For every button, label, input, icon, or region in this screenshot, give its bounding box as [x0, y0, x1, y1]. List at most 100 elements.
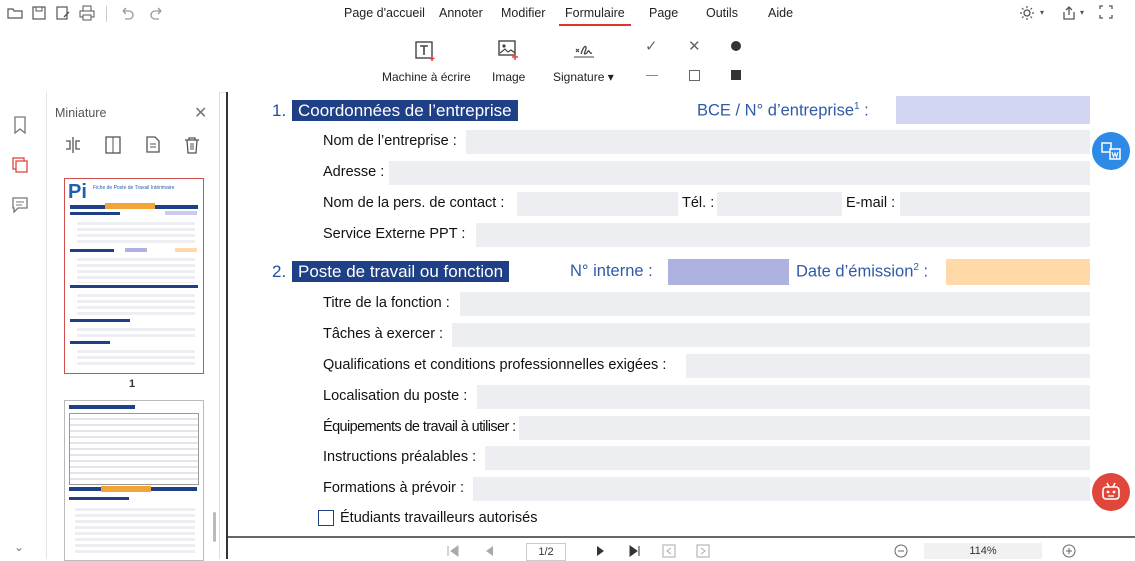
last-page-icon[interactable] [628, 544, 642, 561]
thumb-bar [69, 497, 129, 500]
scrollbar[interactable] [213, 512, 216, 542]
redo-icon[interactable] [148, 5, 166, 23]
ppt-field[interactable] [476, 223, 1090, 247]
instructions-label: Instructions préalables : [323, 449, 477, 465]
thumb-lines [75, 505, 195, 555]
insert-page-icon[interactable] [143, 134, 163, 159]
issue-date-field[interactable] [946, 259, 1090, 285]
instructions-field[interactable] [485, 446, 1090, 470]
thumb-bar [101, 486, 151, 492]
check-mark-icon[interactable]: ✓ [645, 39, 658, 54]
bce-label-text: BCE / N° d’entreprise [697, 101, 854, 120]
menu-edit[interactable]: Modifier [501, 6, 545, 20]
delete-icon[interactable] [182, 135, 202, 160]
theme-icon[interactable] [1018, 5, 1036, 23]
top-bar: Page d'accueil Annoter Modifier Formulai… [0, 0, 1135, 28]
phone-label: Tél. : [682, 195, 715, 211]
image-button[interactable]: Image [488, 36, 532, 90]
thumb-table [69, 413, 199, 485]
convert-word-button[interactable] [1092, 132, 1130, 170]
menu-annotate[interactable]: Annoter [439, 6, 483, 20]
students-checkbox[interactable] [318, 510, 334, 526]
training-field[interactable] [473, 477, 1090, 501]
previous-view-icon[interactable] [662, 544, 676, 561]
document-view: 1. Coordonnées de l’entreprise BCE / N° … [226, 92, 1135, 539]
print-icon[interactable] [78, 5, 96, 23]
menu-tools[interactable]: Outils [706, 6, 738, 20]
square-mark-icon[interactable] [689, 70, 700, 81]
company-name-field[interactable] [466, 130, 1090, 154]
internal-number-field[interactable] [668, 259, 789, 285]
typewriter-button[interactable]: Machine à écrire [374, 36, 476, 90]
menu-help[interactable]: Aide [768, 6, 793, 20]
footnote-ref: 2 [913, 262, 919, 273]
close-icon[interactable]: ✕ [194, 103, 207, 123]
tasks-field[interactable] [452, 323, 1090, 347]
menu-page[interactable]: Page [649, 6, 678, 20]
zoom-level[interactable]: 114% [924, 543, 1042, 559]
status-bar: 1/2 114% [226, 539, 1135, 561]
zoom-out-icon[interactable] [894, 544, 908, 561]
location-field[interactable] [477, 385, 1090, 409]
next-page-icon[interactable] [594, 544, 608, 561]
colon: : [923, 262, 929, 281]
typewriter-label: Machine à écrire [382, 70, 471, 84]
page-thumbnail-1[interactable]: Pi Fiche de Poste de Travail Intérimaire [64, 178, 204, 374]
issue-date-text: Date d’émission [796, 262, 914, 281]
page-input[interactable]: 1/2 [526, 543, 566, 561]
next-view-icon[interactable] [696, 544, 710, 561]
contact-field[interactable] [517, 192, 678, 216]
ai-assistant-button[interactable] [1092, 473, 1130, 511]
signature-button[interactable]: Signature ▾ [548, 36, 624, 90]
thumb-title: Fiche de Poste de Travail Intérimaire [93, 185, 175, 191]
save-icon[interactable] [30, 5, 48, 23]
thumbnails-icon[interactable] [11, 156, 29, 179]
email-field[interactable] [900, 192, 1090, 216]
thumb-lines [77, 291, 195, 317]
undo-icon[interactable] [118, 5, 136, 23]
job-title-label: Titre de la fonction : [323, 295, 450, 311]
signature-label: Signature ▾ [553, 70, 614, 84]
email-label: E-mail : [846, 195, 896, 211]
tasks-label: Tâches à exercer : [323, 326, 444, 342]
split-icon[interactable] [63, 136, 83, 159]
bce-label: BCE / N° d’entreprise1 : [697, 101, 869, 121]
page-bottom-edge [228, 536, 1135, 538]
image-icon [498, 40, 518, 60]
comments-icon[interactable] [11, 196, 29, 219]
job-title-field[interactable] [460, 292, 1090, 316]
open-folder-icon[interactable] [6, 5, 24, 23]
page-thumbnail-2[interactable] [64, 400, 204, 561]
qualifications-field[interactable] [686, 354, 1090, 378]
section-title: Coordonnées de l’entreprise [292, 100, 518, 121]
filled-square-mark-icon[interactable] [731, 70, 741, 80]
address-field[interactable] [389, 161, 1090, 185]
previous-page-icon[interactable] [482, 544, 496, 561]
first-page-icon[interactable] [446, 544, 460, 561]
robot-icon [1102, 482, 1120, 500]
save-as-icon[interactable] [54, 5, 72, 23]
students-checkbox-label: Étudiants travailleurs autorisés [340, 510, 538, 526]
zoom-in-icon[interactable] [1062, 544, 1076, 561]
thumb-bar [105, 203, 155, 209]
chevron-down-icon[interactable]: ▾ [1040, 8, 1044, 17]
extract-page-icon[interactable] [103, 136, 123, 159]
equipment-label: Équipements de travail à utiliser : [323, 419, 516, 435]
chevron-down-icon[interactable]: ▾ [1080, 8, 1084, 17]
line-mark-icon[interactable] [646, 75, 658, 76]
chevron-down-icon[interactable]: ⌄ [14, 540, 24, 554]
share-icon[interactable] [1060, 5, 1078, 23]
menu-form[interactable]: Formulaire [559, 6, 631, 26]
menu-home[interactable]: Page d'accueil [344, 6, 425, 20]
dot-mark-icon[interactable] [731, 41, 741, 51]
fullscreen-icon[interactable] [1097, 5, 1115, 23]
cross-mark-icon[interactable]: ✕ [688, 39, 701, 54]
equipment-field[interactable] [519, 416, 1090, 440]
typewriter-icon [415, 41, 435, 61]
phone-field[interactable] [717, 192, 842, 216]
signature-icon [574, 45, 594, 58]
thumb-lines [77, 255, 195, 283]
thumb-bar [125, 248, 147, 252]
bookmark-icon[interactable] [12, 116, 28, 139]
bce-field[interactable] [896, 96, 1090, 124]
